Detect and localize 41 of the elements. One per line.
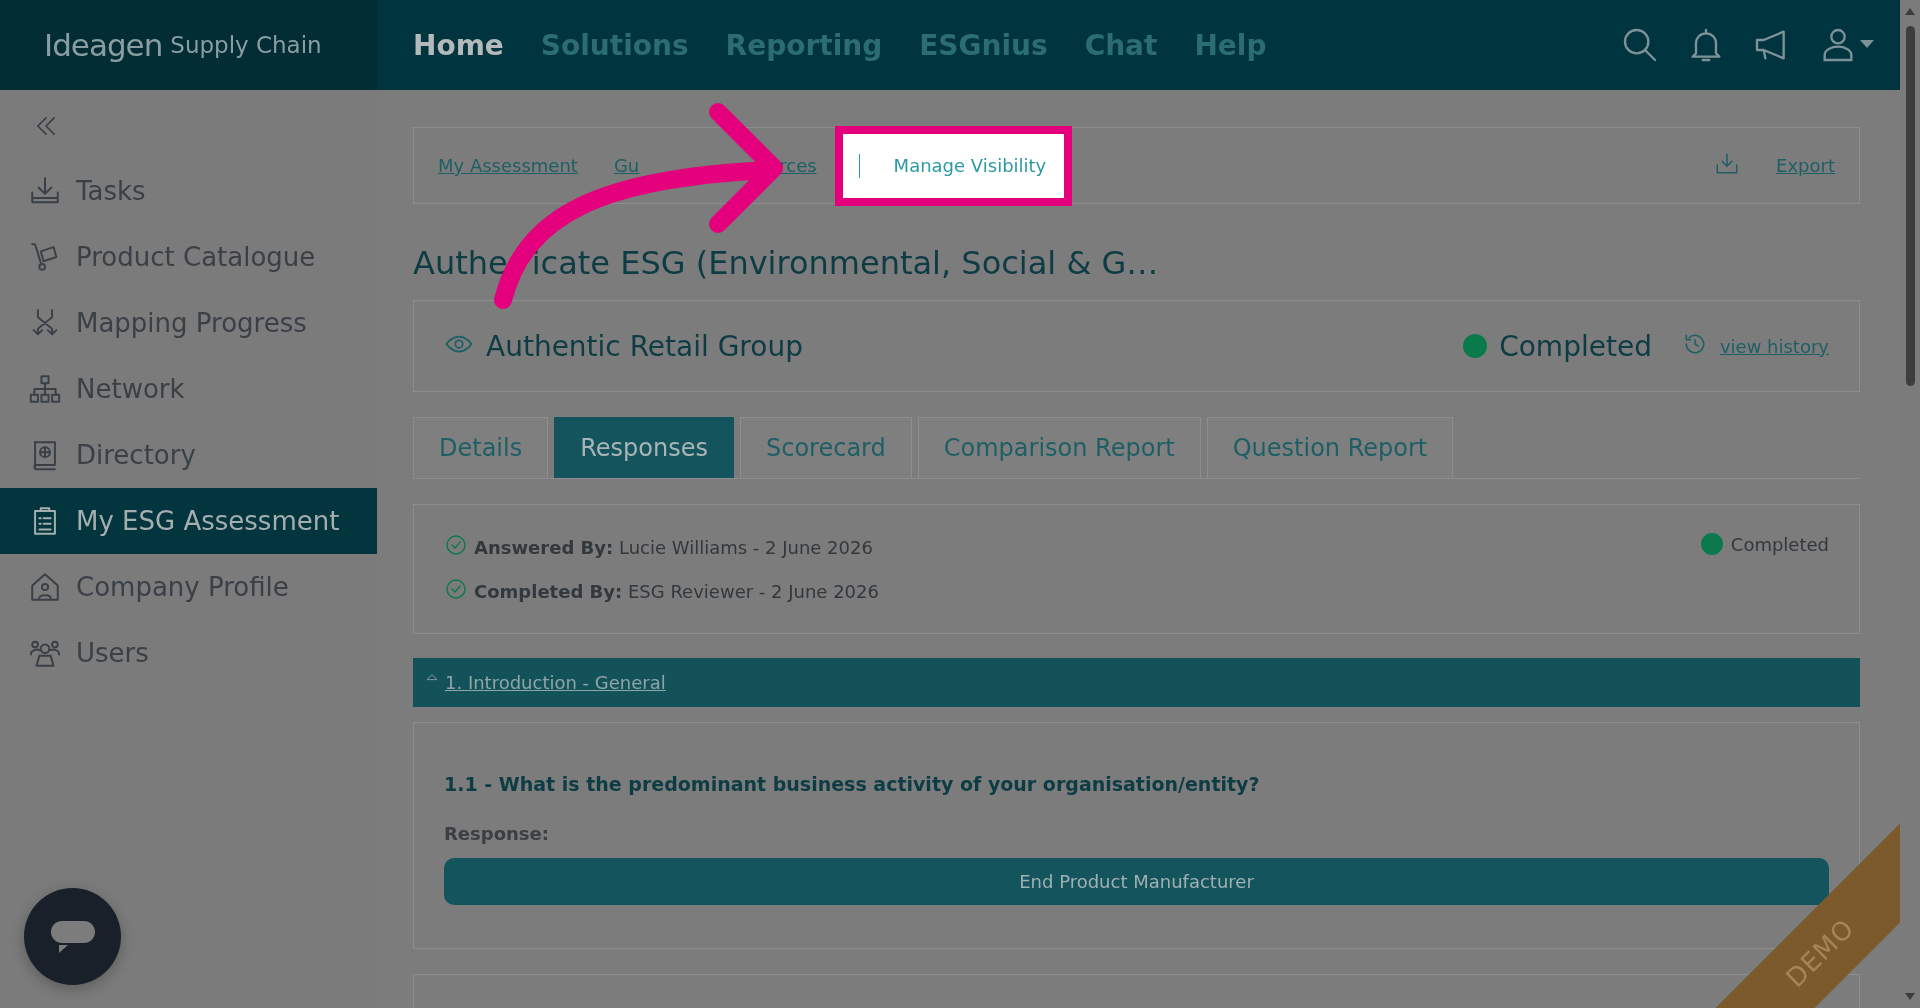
sidebar-item[interactable]: Product Catalogue — [0, 224, 377, 290]
page-title: Authe — [413, 244, 508, 282]
question-title: 1.1 - What is the predominant business activity of your organisation/entity? — [444, 773, 1261, 795]
tab[interactable]: Question Report — [1206, 417, 1454, 478]
sidebar-item[interactable]: Directory — [0, 422, 377, 488]
hierarchy-icon — [28, 372, 62, 406]
export-link[interactable]: Export — [1776, 155, 1835, 176]
status-dot — [1463, 334, 1488, 358]
sidebar-item[interactable]: Tasks — [0, 158, 377, 224]
section-link[interactable]: 1. Introduction - General — [445, 672, 666, 693]
tab[interactable]: Comparison Report — [917, 417, 1201, 478]
response-label: Response: — [444, 823, 550, 844]
breadcrumb-link[interactable]: My Assessment — [438, 155, 578, 176]
nav-link[interactable]: Help — [1194, 28, 1267, 62]
response-meta: Answered By: Lucie Williams - 2 June 2026 — [474, 536, 873, 558]
status-label: Completed — [1730, 533, 1829, 555]
status-label: Completed — [1499, 329, 1652, 363]
company-name: Authentic Retail Group — [486, 329, 803, 363]
nav-link[interactable]: ESGnius — [919, 28, 1048, 62]
tab[interactable]: Responses — [554, 417, 734, 478]
nav-link[interactable]: Home — [413, 28, 504, 62]
view-history-link[interactable]: view history — [1719, 335, 1829, 357]
check-circle-icon — [444, 533, 468, 557]
nav-link[interactable]: Solutions — [540, 28, 689, 62]
sidebar-item[interactable]: Network — [0, 356, 377, 422]
sidebar-item[interactable]: Company Profile — [0, 554, 377, 620]
answer-bar: End Product Manufacturer — [444, 858, 1829, 905]
tab[interactable]: Scorecard — [740, 417, 912, 478]
check-circle-icon — [444, 577, 468, 601]
status-dot — [1700, 533, 1723, 555]
sidebar-item[interactable]: Users — [0, 620, 377, 686]
page-title: icate ESG (Environmental, Social & G… — [531, 244, 1159, 282]
sidebar-item[interactable]: Mapping Progress — [0, 290, 377, 356]
tab[interactable]: Details — [413, 417, 549, 478]
nav-link[interactable]: Reporting — [725, 28, 883, 62]
response-meta: Completed By: ESG Reviewer - 2 June 2026 — [474, 580, 879, 602]
logo[interactable]: Ideagen Supply Chain — [0, 0, 377, 90]
sidebar-item[interactable]: My ESG Assessment — [0, 488, 377, 554]
breadcrumb-link[interactable]: Gu — [613, 155, 640, 176]
house-person-icon — [28, 570, 62, 604]
nav-link[interactable]: Chat — [1084, 28, 1158, 62]
